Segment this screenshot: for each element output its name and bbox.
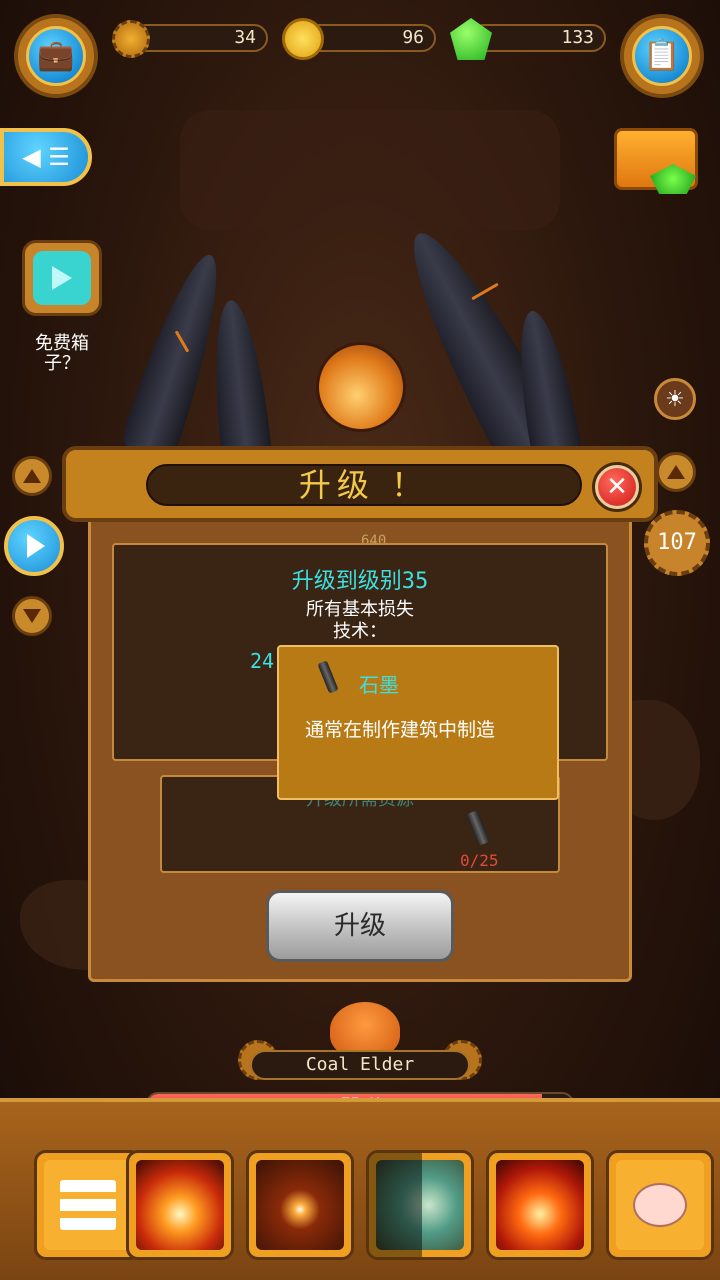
play-button[interactable] (4, 516, 64, 576)
skill-slot-4[interactable] (486, 1150, 594, 1260)
sun-icon: ☀ (665, 386, 685, 412)
fire-beam-skill-icon (136, 1160, 224, 1250)
flame-burst-skill-icon (496, 1160, 584, 1250)
gem-count: 133 (561, 27, 594, 48)
play-icon (27, 534, 45, 558)
close-button[interactable]: ✕ (592, 462, 642, 512)
resource-progress: 0/25 (460, 851, 499, 870)
briefcase-icon: 💼 (37, 38, 75, 74)
graphite-icon[interactable] (466, 809, 490, 847)
depth-up-arrow[interactable] (656, 452, 696, 492)
arrow-up-icon (667, 465, 685, 479)
clipboard-icon: 📋 (643, 38, 681, 74)
coin-count: 96 (402, 27, 424, 48)
graphite-icon (317, 660, 339, 694)
cooldown-overlay (369, 1153, 423, 1257)
skill-slot-2[interactable] (246, 1150, 354, 1260)
upgrade-button[interactable]: 升级 (266, 890, 454, 962)
boss-eye[interactable] (316, 342, 406, 432)
shop-button[interactable]: 💼 (14, 14, 98, 98)
brain-icon (616, 1160, 704, 1250)
coin-icon (282, 18, 324, 60)
free-box-button[interactable] (22, 240, 102, 316)
boss-name: Coal Elder (250, 1050, 470, 1080)
side-menu-toggle[interactable]: ◀ ☰ (0, 128, 92, 186)
item-tooltip: 石墨 通常在制作建筑中制造 (277, 645, 559, 800)
brightness-button[interactable]: ☀ (654, 378, 696, 420)
dialog-title: 升级 ！ (146, 464, 582, 506)
bomb-skill-icon (256, 1160, 344, 1250)
gear-icon (112, 20, 150, 58)
arrow-down-icon (23, 609, 41, 623)
arrow-up-icon (23, 469, 41, 483)
quests-button[interactable]: 📋 (620, 14, 704, 98)
close-icon: ✕ (606, 472, 628, 502)
free-box-label: 免费箱子？ (35, 333, 89, 374)
gear-count: 34 (234, 27, 256, 48)
menu-list-icon: ◀ ☰ (22, 143, 70, 171)
skill-slot-3[interactable] (366, 1150, 474, 1260)
level-up-arrow[interactable] (12, 456, 52, 496)
cave-wall (180, 110, 560, 230)
upgrade-description: 所有基本损失 技术： (306, 599, 414, 642)
level-down-arrow[interactable] (12, 596, 52, 636)
play-video-icon (33, 251, 91, 305)
skill-slot-1[interactable] (126, 1150, 234, 1260)
gear-counter: 34 (132, 24, 268, 52)
depth-level-badge: 107 (644, 510, 710, 576)
tooltip-item-description: 通常在制作建筑中制造 (305, 719, 496, 741)
tooltip-item-name: 石墨 (359, 673, 399, 697)
research-button[interactable] (606, 1150, 714, 1260)
damage-value-partial: 24 (250, 649, 275, 673)
list-icon (44, 1160, 132, 1250)
dialog-header: 升级 ！ ✕ (62, 446, 658, 522)
upgrade-target-level: 升级到级别35 (291, 569, 429, 594)
coal-tentacle (205, 297, 273, 463)
